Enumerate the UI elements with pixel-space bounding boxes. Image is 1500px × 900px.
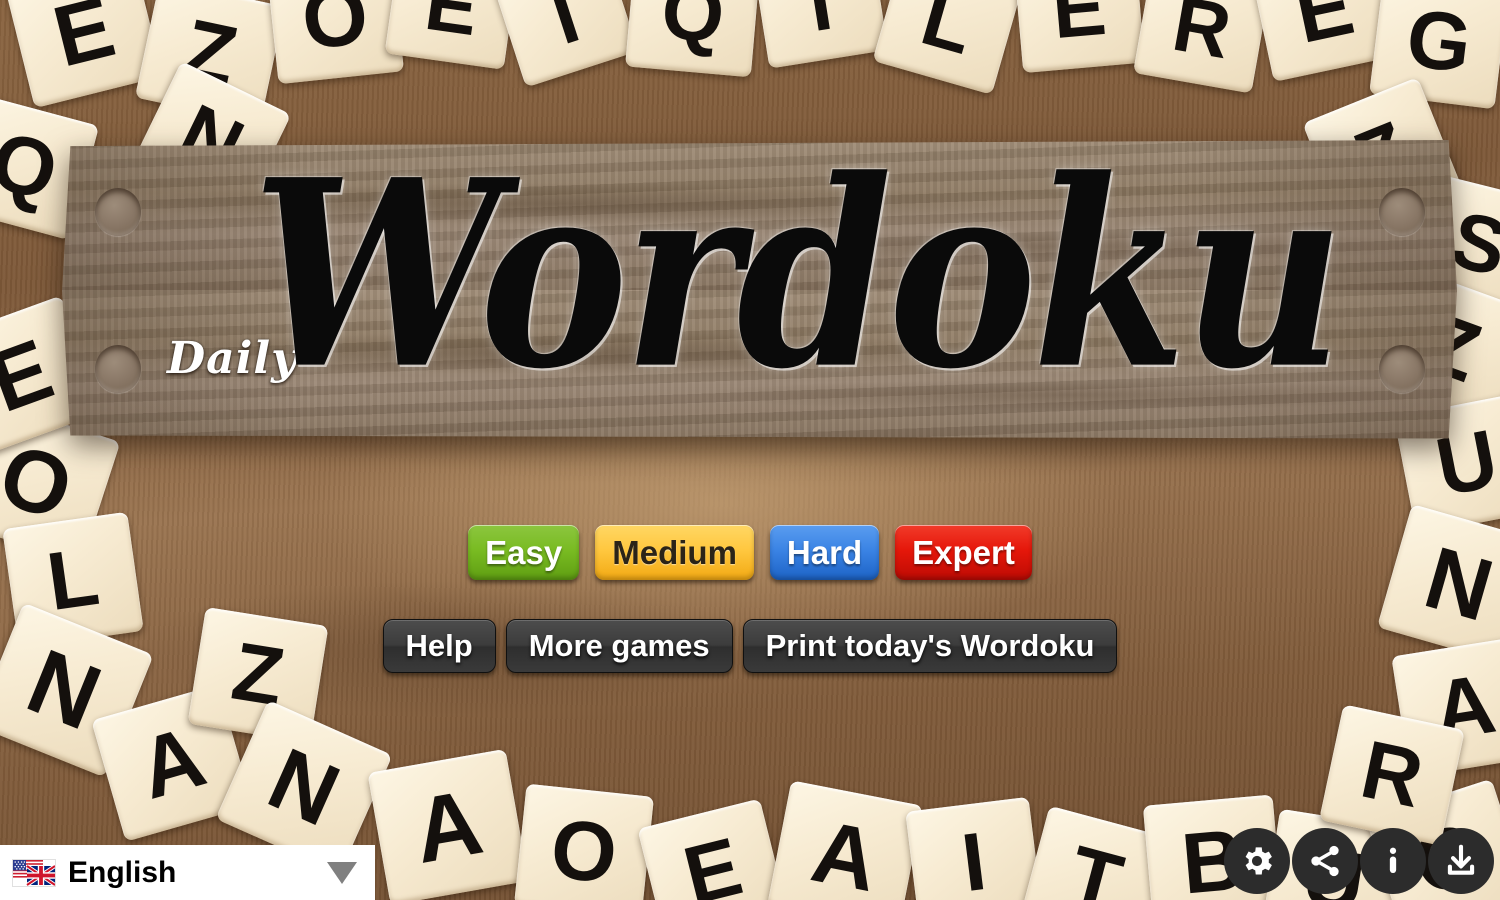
language-selector[interactable]: English <box>0 845 375 900</box>
language-label: English <box>68 855 177 889</box>
letter-tile: I <box>491 0 639 88</box>
download-button[interactable] <box>1428 828 1494 894</box>
letter-tile: A <box>367 748 529 900</box>
letter-tile: Q <box>625 0 761 78</box>
title-banner: Daily Wordoku <box>62 140 1457 439</box>
chevron-down-icon[interactable] <box>327 861 357 884</box>
letter-tile: E <box>384 0 520 70</box>
download-icon <box>1442 842 1480 880</box>
difficulty-selector: Easy Medium Hard Expert <box>0 525 1500 580</box>
secondary-actions: Help More games Print today's Wordoku <box>0 619 1500 673</box>
share-button[interactable] <box>1292 828 1358 894</box>
utility-icon-bar <box>1224 828 1494 894</box>
us-uk-flag-icon <box>12 858 56 887</box>
bolt-top-right-icon <box>1379 188 1425 236</box>
print-wordoku-button[interactable]: Print today's Wordoku <box>742 619 1118 673</box>
difficulty-medium-button[interactable]: Medium <box>595 525 754 580</box>
wordoku-home-screen: EZONEIQTLEREGZSOLNAZNAOEAITBUOZUNAREQ Da… <box>0 0 1500 900</box>
plank-top <box>62 140 1457 292</box>
letter-tile: O <box>265 0 405 85</box>
bolt-bottom-left-icon <box>95 345 141 393</box>
bolt-bottom-right-icon <box>1379 345 1425 393</box>
letter-tile: E <box>1013 0 1145 74</box>
plank-bottom <box>62 290 1457 439</box>
letter-tile: T <box>751 0 889 69</box>
gear-icon <box>1238 842 1276 880</box>
letter-tile: O <box>513 783 655 900</box>
info-icon <box>1375 843 1411 879</box>
letter-tile: R <box>1319 704 1465 846</box>
letter-tile: A <box>767 780 923 900</box>
difficulty-hard-button[interactable]: Hard <box>769 525 880 580</box>
settings-button[interactable] <box>1224 828 1290 894</box>
letter-tile: I <box>905 796 1043 900</box>
more-games-button[interactable]: More games <box>505 619 733 673</box>
info-button[interactable] <box>1360 828 1426 894</box>
letter-tile: E <box>637 798 789 900</box>
difficulty-expert-button[interactable]: Expert <box>895 525 1032 580</box>
letter-tile: L <box>872 0 1024 95</box>
letter-tile: R <box>1133 0 1271 94</box>
letter-tiles-background: EZONEIQTLEREGZSOLNAZNAOEAITBUOZUNAREQ <box>0 0 1500 900</box>
share-icon <box>1307 843 1343 879</box>
help-button[interactable]: Help <box>382 619 496 673</box>
bolt-top-left-icon <box>95 188 141 236</box>
difficulty-easy-button[interactable]: Easy <box>468 525 580 580</box>
